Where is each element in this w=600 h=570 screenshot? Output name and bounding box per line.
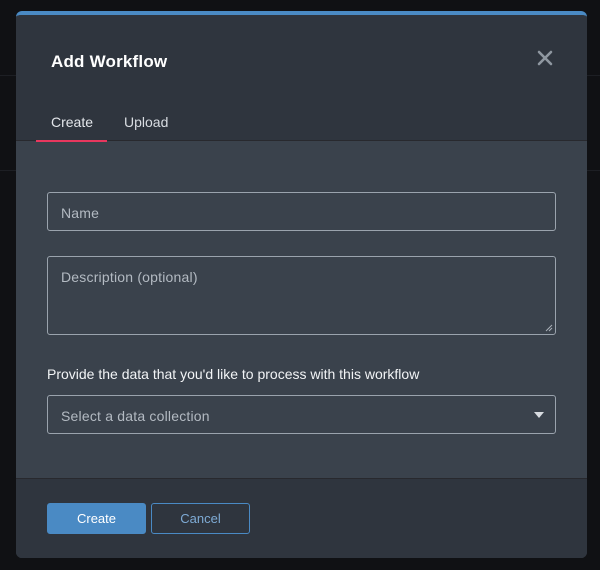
tab-create[interactable]: Create (36, 103, 107, 142)
close-icon (537, 50, 553, 66)
name-placeholder: Name (61, 205, 100, 221)
modal-title: Add Workflow (51, 52, 168, 71)
caret-down-icon (534, 412, 544, 418)
description-placeholder: Description (optional) (61, 269, 198, 285)
add-workflow-modal: Add Workflow Create Upload Name Descript… (16, 11, 587, 558)
modal-footer: Create Cancel (16, 478, 587, 558)
tab-create-label: Create (51, 114, 94, 130)
data-collection-placeholder: Select a data collection (61, 408, 210, 424)
data-collection-prompt: Provide the data that you'd like to proc… (47, 366, 420, 382)
name-input[interactable]: Name (47, 192, 556, 231)
tab-upload-label: Upload (124, 114, 169, 130)
close-button[interactable] (530, 43, 560, 73)
resize-handle-icon[interactable] (545, 324, 553, 332)
modal-header: Add Workflow Create Upload (16, 15, 587, 142)
create-button[interactable]: Create (47, 503, 146, 534)
data-collection-select[interactable]: Select a data collection (47, 395, 556, 434)
cancel-button[interactable]: Cancel (151, 503, 250, 534)
tab-upload[interactable]: Upload (124, 103, 194, 141)
description-textarea[interactable]: Description (optional) (47, 256, 556, 335)
